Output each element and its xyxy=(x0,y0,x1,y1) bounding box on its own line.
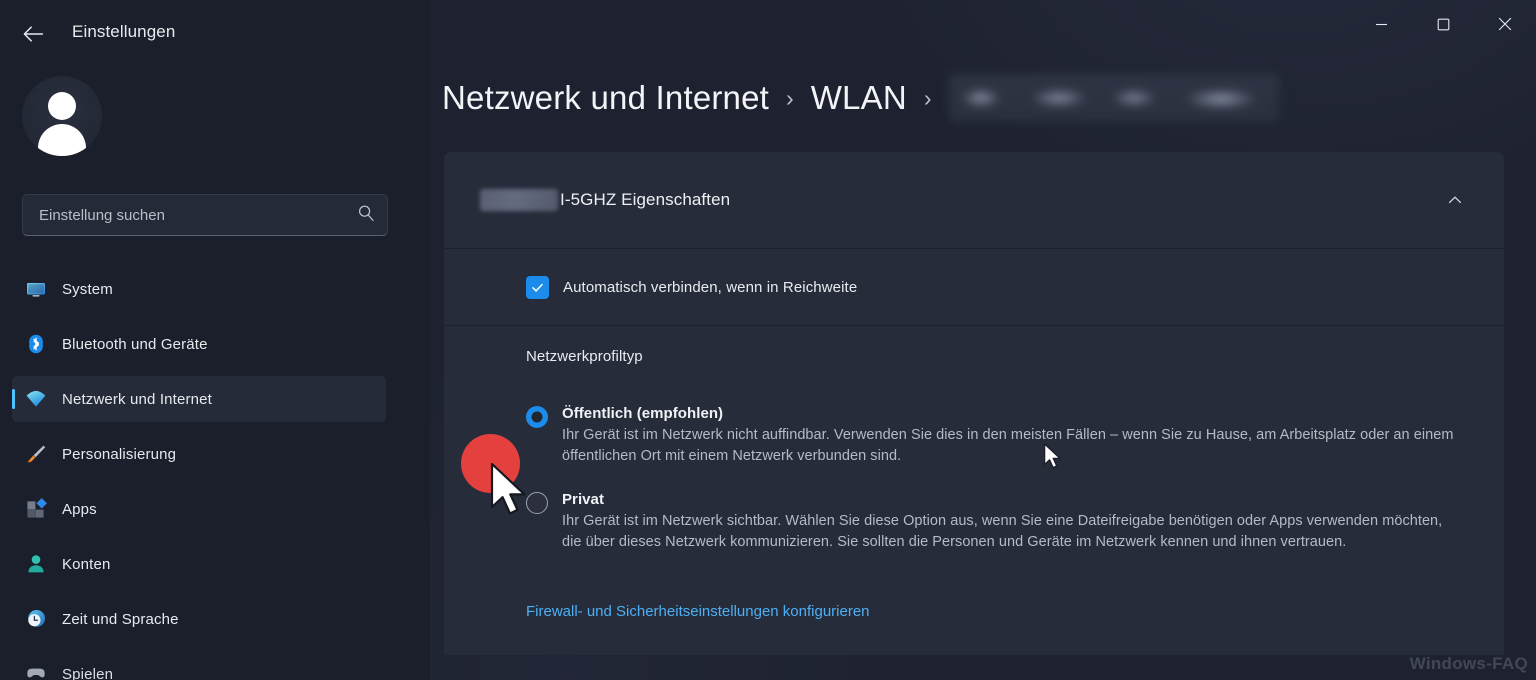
profile-type-label: Netzwerkprofiltyp xyxy=(526,348,643,365)
back-button[interactable] xyxy=(16,17,50,51)
window-controls xyxy=(1350,0,1536,48)
radio-private-text: Privat Ihr Gerät ist im Netzwerk sichtba… xyxy=(562,491,1468,553)
close-button[interactable] xyxy=(1474,0,1536,48)
sidebar-item-time-language[interactable]: Zeit und Sprache xyxy=(12,596,386,642)
accounts-icon xyxy=(24,552,48,576)
minimize-icon xyxy=(1375,23,1387,25)
auto-connect-checkbox[interactable] xyxy=(526,275,549,299)
bluetooth-icon xyxy=(24,332,48,356)
search-input[interactable] xyxy=(39,206,349,224)
maximize-button[interactable] xyxy=(1412,0,1474,48)
card-divider xyxy=(444,325,1504,326)
sidebar-item-label: Apps xyxy=(62,500,97,518)
ssid-redacted xyxy=(480,189,558,211)
search-icon xyxy=(357,204,375,227)
checkmark-icon xyxy=(532,283,543,292)
monitor-icon xyxy=(24,277,48,301)
card-header-toggle[interactable]: I-5GHZ Eigenschaften xyxy=(444,152,1504,248)
breadcrumb-level2[interactable]: WLAN xyxy=(811,79,907,117)
radio-option-private[interactable]: Privat Ihr Gerät ist im Netzwerk sichtba… xyxy=(526,491,1468,553)
radio-public-title: Öffentlich (empfohlen) xyxy=(562,405,724,422)
sidebar-item-apps[interactable]: Apps xyxy=(12,486,386,532)
network-profile-radio-group: Öffentlich (empfohlen) Ihr Gerät ist im … xyxy=(526,405,1468,553)
network-properties-card: I-5GHZ Eigenschaften Automatisch verbind… xyxy=(444,152,1504,656)
sidebar-item-network[interactable]: Netzwerk und Internet xyxy=(12,376,386,422)
gaming-icon xyxy=(24,662,48,680)
sidebar-item-gaming[interactable]: Spielen xyxy=(12,651,386,680)
sidebar-nav: System Bluetooth und Geräte Netzwerk und… xyxy=(12,266,386,680)
auto-connect-label: Automatisch verbinden, wenn in Reichweit… xyxy=(563,278,858,296)
sidebar-item-accounts[interactable]: Konten xyxy=(12,541,386,587)
user-name-redacted xyxy=(120,90,312,142)
card-title: I-5GHZ Eigenschaften xyxy=(560,190,731,209)
wifi-icon xyxy=(24,387,48,411)
sidebar-item-label: Zeit und Sprache xyxy=(62,610,179,628)
sidebar-item-personalization[interactable]: Personalisierung xyxy=(12,431,386,477)
breadcrumb-separator-icon: › xyxy=(923,84,932,111)
sidebar-item-system[interactable]: System xyxy=(12,266,386,312)
breadcrumb-separator-icon: › xyxy=(786,84,794,111)
search-box[interactable] xyxy=(22,194,388,236)
window-title: Einstellungen xyxy=(72,22,176,41)
clock-icon xyxy=(24,607,48,631)
arrow-left-icon xyxy=(23,26,44,42)
main-content: Netzwerk und Internet › WLAN › I-5GHZ Ei… xyxy=(430,0,1536,680)
radio-private-title: Privat xyxy=(562,491,604,509)
sidebar: System Bluetooth und Geräte xyxy=(0,0,430,680)
breadcrumb-root[interactable]: Netzwerk und Internet xyxy=(442,79,769,117)
sidebar-item-label: Personalisierung xyxy=(62,445,177,463)
sidebar-item-label: Spielen xyxy=(62,665,114,680)
user-profile[interactable] xyxy=(22,76,312,156)
radio-public-description: Ihr Gerät ist im Netzwerk nicht auffindb… xyxy=(562,427,1454,465)
close-icon xyxy=(1498,17,1512,31)
chevron-up-icon[interactable] xyxy=(1444,189,1466,211)
sidebar-item-label: Konten xyxy=(62,555,111,573)
minimize-button[interactable] xyxy=(1350,0,1412,48)
sidebar-item-label: Netzwerk und Internet xyxy=(62,390,212,408)
sidebar-item-label: Bluetooth und Geräte xyxy=(62,335,208,353)
radio-private-description: Ihr Gerät ist im Netzwerk sichtbar. Wähl… xyxy=(562,513,1443,551)
apps-icon xyxy=(24,497,48,521)
radio-public-text: Öffentlich (empfohlen) Ihr Gerät ist im … xyxy=(562,405,1468,467)
avatar xyxy=(22,76,102,156)
radio-public-indicator[interactable] xyxy=(526,406,548,428)
radio-private-indicator[interactable] xyxy=(526,492,548,515)
maximize-icon xyxy=(1437,18,1449,30)
sidebar-item-bluetooth[interactable]: Bluetooth und Geräte xyxy=(12,321,386,367)
firewall-settings-link[interactable]: Firewall- und Sicherheitseinstellungen k… xyxy=(526,603,870,620)
breadcrumb-level3-redacted xyxy=(948,74,1279,122)
auto-connect-row[interactable]: Automatisch verbinden, wenn in Reichweit… xyxy=(526,249,1468,325)
card-title-row: I-5GHZ Eigenschaften xyxy=(480,189,1444,211)
radio-option-public[interactable]: Öffentlich (empfohlen) Ihr Gerät ist im … xyxy=(526,405,1468,467)
title-bar: Einstellungen xyxy=(0,0,1536,66)
card-body: Automatisch verbinden, wenn in Reichweit… xyxy=(444,249,1504,655)
settings-window: Einstellungen Einstellung suchen System … xyxy=(0,0,1536,680)
breadcrumb: Netzwerk und Internet › WLAN › xyxy=(442,74,1279,122)
sidebar-item-label: System xyxy=(62,280,113,298)
paintbrush-icon xyxy=(24,442,48,466)
